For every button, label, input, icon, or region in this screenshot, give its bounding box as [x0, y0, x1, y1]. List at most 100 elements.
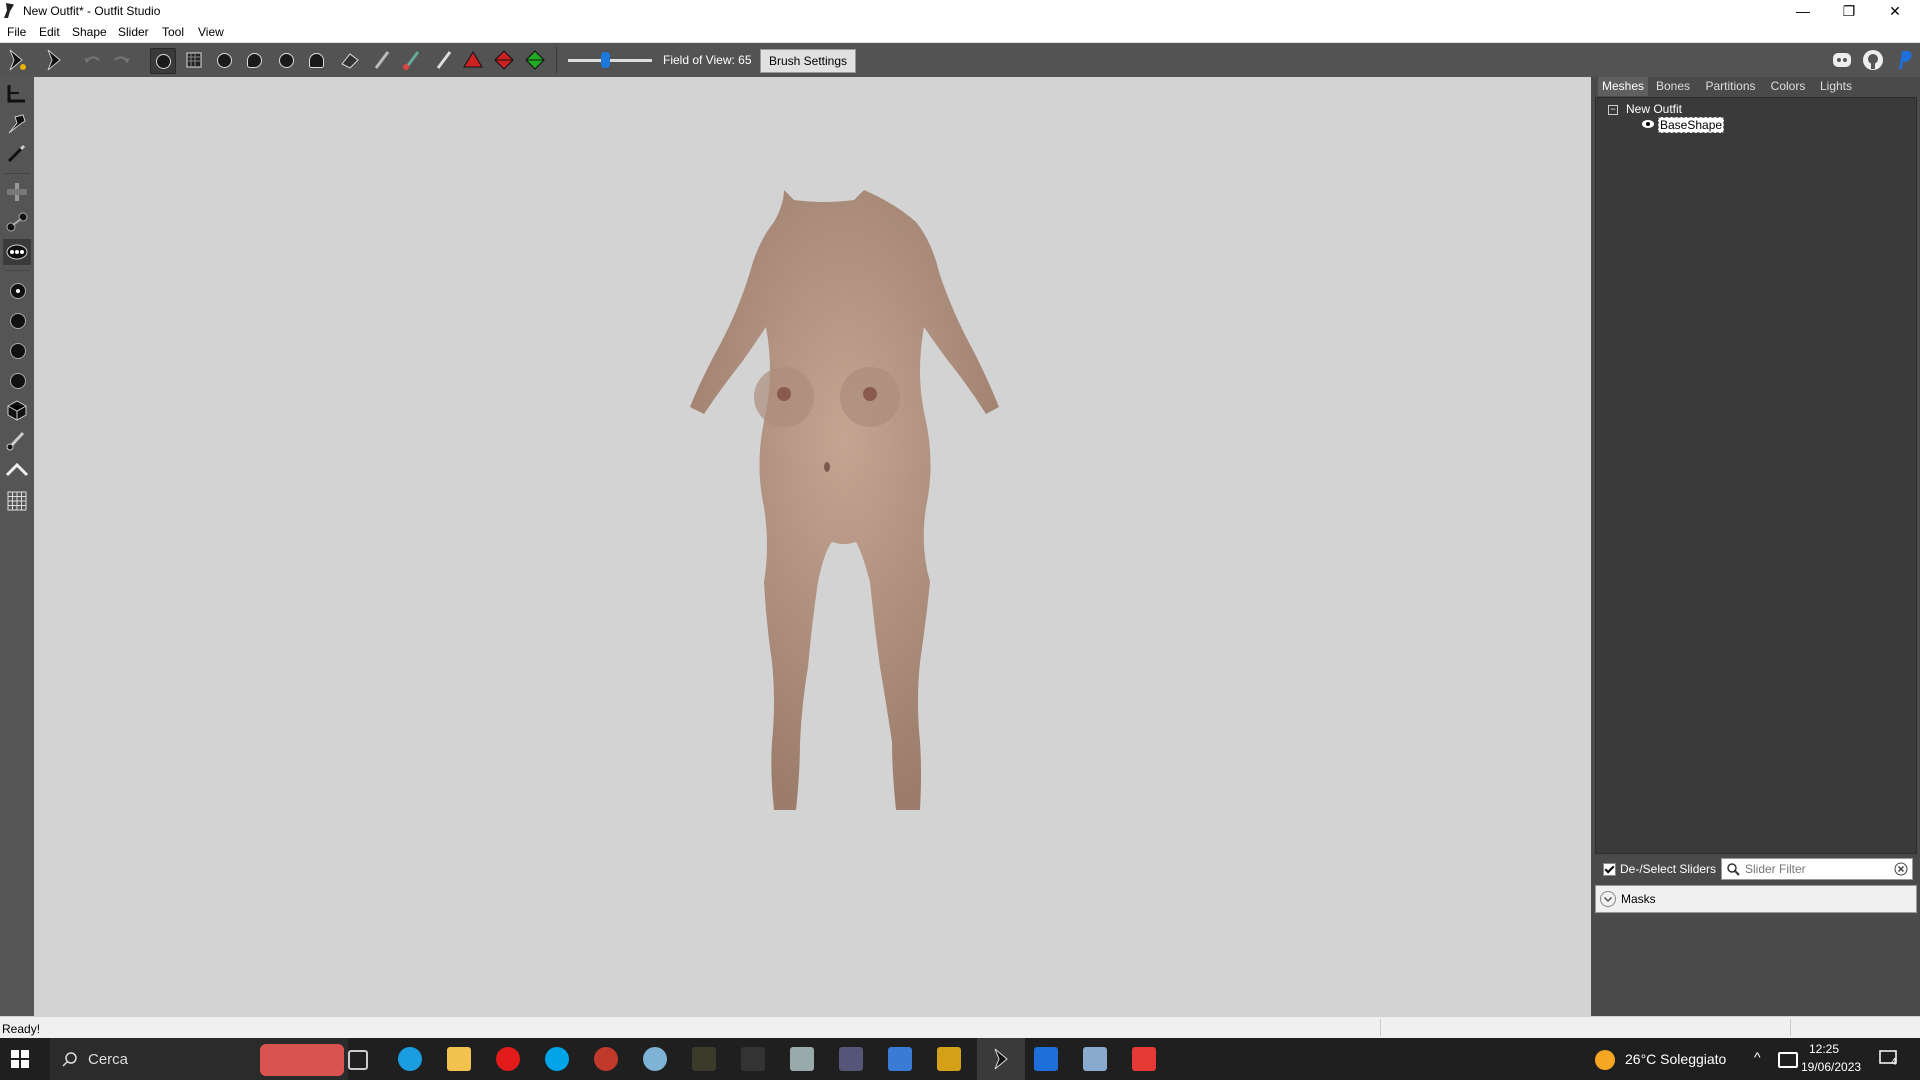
status-bar: Ready! [0, 1016, 1920, 1039]
restore-button[interactable]: ❐ [1826, 0, 1872, 22]
network-icon[interactable] [1778, 1052, 1798, 1068]
weather-text[interactable]: 26°C Soleggiato [1625, 1051, 1726, 1067]
notification-icon[interactable]: 4 [1879, 1049, 1899, 1069]
color-brush-icon[interactable] [400, 48, 424, 72]
windows-start-icon[interactable] [11, 1050, 29, 1068]
clock-date[interactable]: 19/06/2023 [1801, 1060, 1861, 1074]
search-icon [62, 1052, 77, 1067]
outfit-studio-logo-icon[interactable] [4, 48, 28, 72]
undo-icon[interactable] [80, 48, 104, 72]
mirror-tool-icon[interactable] [3, 179, 31, 205]
app-window-icon[interactable] [888, 1047, 912, 1071]
tree-mesh-item[interactable]: BaseShape [1658, 117, 1725, 133]
outfit-studio-alt-icon[interactable] [42, 48, 66, 72]
right-panel: Meshes Bones Partitions Colors Lights − … [1591, 77, 1920, 1016]
edge-icon[interactable] [398, 1047, 422, 1071]
tray-chevron-icon[interactable]: ^ [1754, 1049, 1761, 1065]
menu-shape[interactable]: Shape [72, 25, 107, 39]
tab-partitions[interactable]: Partitions [1698, 77, 1763, 96]
point-size-icon[interactable] [3, 277, 31, 303]
body-mesh[interactable] [634, 182, 1014, 827]
smooth-brush-icon[interactable] [304, 48, 328, 72]
menu-slider[interactable]: Slider [118, 25, 149, 39]
search-placeholder: Cerca [88, 1051, 129, 1068]
inflate-brush-icon[interactable] [212, 48, 236, 72]
select-brush-icon[interactable] [150, 48, 176, 74]
status-divider [1790, 1019, 1791, 1036]
eraser-icon[interactable] [338, 48, 362, 72]
clock-time[interactable]: 12:25 [1809, 1042, 1839, 1056]
menu-view[interactable]: View [198, 25, 224, 39]
move-brush-icon[interactable] [274, 48, 298, 72]
sphere-medium-icon[interactable] [3, 337, 31, 363]
taskbar-search[interactable]: Cerca [50, 1038, 348, 1080]
tree-collapse-toggle[interactable]: − [1608, 105, 1618, 115]
3d-viewport[interactable] [34, 77, 1591, 1016]
grid-tool-icon[interactable] [3, 487, 31, 513]
alpha-brush-icon[interactable] [432, 48, 456, 72]
discord-icon[interactable] [1830, 48, 1854, 72]
outfit-studio-taskbar-icon [994, 1048, 1008, 1070]
taskbar-active-app[interactable] [977, 1038, 1025, 1080]
close-button[interactable]: ✕ [1872, 0, 1918, 22]
status-divider [1380, 1019, 1381, 1036]
mask-brush-icon[interactable] [182, 48, 206, 72]
wireframe-tool-icon[interactable] [3, 457, 31, 483]
slider-filter-input[interactable] [1743, 861, 1887, 877]
menu-file[interactable]: File [7, 25, 26, 39]
app-blue-icon[interactable] [643, 1047, 667, 1071]
connect-tool-icon[interactable] [3, 209, 31, 235]
skype-icon[interactable] [545, 1047, 569, 1071]
app-light-icon[interactable] [1083, 1047, 1107, 1071]
app-box-icon[interactable] [790, 1047, 814, 1071]
paypal-icon[interactable] [1892, 48, 1916, 72]
app-red-icon[interactable] [594, 1047, 618, 1071]
sphere-large-icon[interactable] [3, 367, 31, 393]
skyrim-icon[interactable] [692, 1047, 716, 1071]
search-highlight-icon [260, 1044, 344, 1076]
menu-tool[interactable]: Tool [162, 25, 184, 39]
masks-label: Masks [1621, 892, 1656, 906]
tab-colors[interactable]: Colors [1764, 77, 1812, 96]
task-view-icon[interactable] [348, 1050, 368, 1070]
tab-bones[interactable]: Bones [1649, 77, 1697, 96]
menu-edit[interactable]: Edit [39, 25, 60, 39]
app-f-icon[interactable] [1132, 1047, 1156, 1071]
fov-slider-track[interactable] [568, 59, 652, 62]
file-explorer-icon[interactable] [447, 1047, 471, 1071]
masks-row[interactable]: Masks [1595, 885, 1917, 913]
window-title: New Outfit* - Outfit Studio [23, 4, 161, 18]
mesh-tree: − New Outfit BaseShape [1595, 97, 1917, 854]
clear-icon[interactable] [1894, 862, 1908, 876]
collapse-vertex-icon[interactable] [461, 48, 485, 72]
redo-icon[interactable] [110, 48, 134, 72]
archive-icon[interactable] [937, 1047, 961, 1071]
pivot-tool-icon[interactable] [3, 111, 31, 137]
tab-lights[interactable]: Lights [1813, 77, 1859, 96]
vertex-select-icon[interactable] [3, 239, 31, 265]
select-sliders-checkbox[interactable] [1603, 863, 1616, 876]
cube-icon[interactable] [3, 397, 31, 423]
notes-icon[interactable] [839, 1047, 863, 1071]
sphere-small-icon[interactable] [3, 307, 31, 333]
transform-tool-icon[interactable] [3, 81, 31, 107]
bone-tool-icon[interactable] [3, 427, 31, 453]
tree-root-item[interactable]: New Outfit [1626, 102, 1682, 116]
weight-brush-icon[interactable] [370, 48, 394, 72]
minimize-button[interactable]: — [1780, 0, 1826, 22]
pen-icon[interactable] [741, 1047, 765, 1071]
chevron-down-icon[interactable] [1600, 891, 1616, 907]
github-icon[interactable] [1861, 48, 1885, 72]
flip-edge-icon[interactable] [492, 48, 516, 72]
split-edge-icon[interactable] [523, 48, 547, 72]
tab-meshes[interactable]: Meshes [1598, 77, 1648, 96]
pencil-tool-icon[interactable] [3, 141, 31, 167]
opera-icon[interactable] [496, 1047, 520, 1071]
tool-divider [4, 173, 30, 174]
app-store-icon[interactable] [1034, 1047, 1058, 1071]
weather-icon[interactable] [1595, 1050, 1615, 1070]
fov-slider-thumb[interactable] [601, 52, 610, 68]
deflate-brush-icon[interactable] [242, 48, 266, 72]
brush-settings-button[interactable]: Brush Settings [760, 49, 856, 73]
eye-icon[interactable] [1642, 119, 1654, 129]
